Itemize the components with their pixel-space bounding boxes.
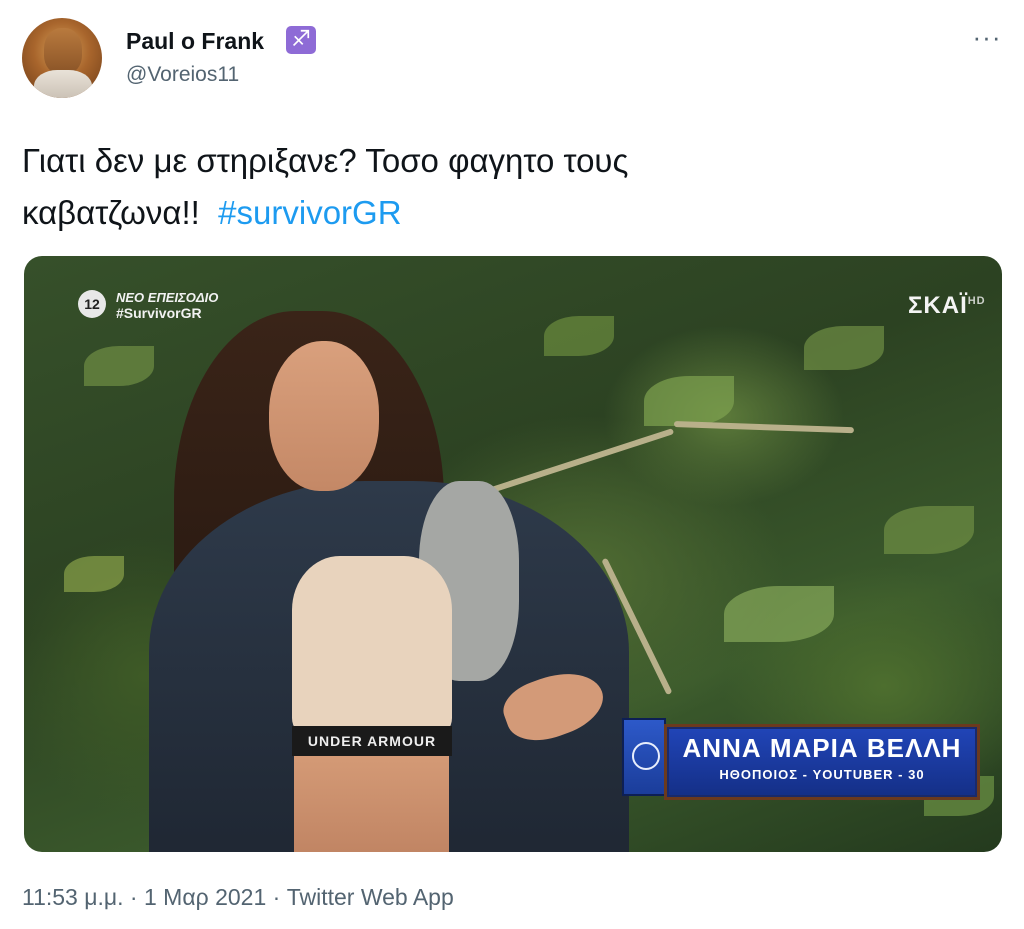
team-emblem-icon xyxy=(632,742,660,770)
tweet: Paul o Frank ♐ @Voreios11 ··· Γιατι δεν … xyxy=(0,0,1024,929)
foliage-leaf xyxy=(644,376,734,426)
display-name[interactable]: Paul o Frank xyxy=(126,28,264,55)
broadcaster-hd: HD xyxy=(967,295,986,307)
avatar-suit xyxy=(34,70,92,98)
foliage-leaf xyxy=(724,586,834,642)
person-top xyxy=(292,556,452,736)
tweet-text: Γιατι δεν με στηριξανε? Τοσο φαγητο τους… xyxy=(22,135,982,239)
avatar-face xyxy=(44,28,82,74)
foliage-leaf xyxy=(544,316,614,356)
contestant-name: ΑΝΝΑ ΜΑΡΙΑ ΒΕΛΛΗ xyxy=(682,733,962,763)
more-options-icon[interactable]: ··· xyxy=(970,24,1004,50)
name-plate: ΑΝΝΑ ΜΑΡΙΑ ΒΕΛΛΗ ΗΘΟΠΟΙΟΣ - YOUTUBER - 3… xyxy=(664,724,980,800)
foliage-leaf xyxy=(804,326,884,370)
contestant-info: ΗΘΟΠΟΙΟΣ - YOUTUBER - 30 xyxy=(719,767,925,782)
tweet-text-line1: Γιατι δεν με στηριξανε? Τοσο φαγητο τους xyxy=(22,142,629,179)
tweet-text-line2: καβατζωνα!! xyxy=(22,194,200,231)
person-torso xyxy=(294,756,449,852)
branch xyxy=(673,421,854,434)
channel-number-logo: 12 xyxy=(78,290,106,318)
tweet-time[interactable]: 11:53 μ.μ. xyxy=(22,884,124,910)
lower-third-caption: ΑΝΝΑ ΜΑΡΙΑ ΒΕΛΛΗ ΗΘΟΠΟΙΟΣ - YOUTUBER - 3… xyxy=(622,718,980,800)
tweet-source[interactable]: Twitter Web App xyxy=(287,884,454,910)
overlay-new-episode: ΝΕΟ ΕΠΕΙΣΟΔΙΟ xyxy=(116,290,219,305)
foliage-leaf xyxy=(84,346,154,386)
person-face xyxy=(269,341,379,491)
user-handle[interactable]: @Voreios11 xyxy=(126,63,239,87)
broadcaster-logo: ΣΚΑΪHD xyxy=(908,292,986,320)
overlay-hashtag: #SurvivorGR xyxy=(116,305,202,321)
avatar[interactable] xyxy=(22,18,102,98)
tweet-date[interactable]: 1 Μαρ 2021 xyxy=(144,884,266,910)
sagittarius-icon: ♐ xyxy=(286,26,316,54)
broadcaster-name: ΣΚΑΪ xyxy=(908,292,968,319)
meta-separator: · xyxy=(272,884,281,910)
foliage-leaf xyxy=(884,506,974,554)
tweet-media-image[interactable]: UNDER ARMOUR 12 ΝΕΟ ΕΠΕΙΣΟΔΙΟ #SurvivorG… xyxy=(24,256,1002,852)
hashtag-link[interactable]: #survivorGR xyxy=(218,194,401,231)
team-flag xyxy=(622,718,666,796)
foliage-leaf xyxy=(64,556,124,592)
meta-separator: · xyxy=(129,884,138,910)
shirt-band-text: UNDER ARMOUR xyxy=(292,726,452,756)
tweet-meta: 11:53 μ.μ. · 1 Μαρ 2021 · Twitter Web Ap… xyxy=(22,884,454,911)
